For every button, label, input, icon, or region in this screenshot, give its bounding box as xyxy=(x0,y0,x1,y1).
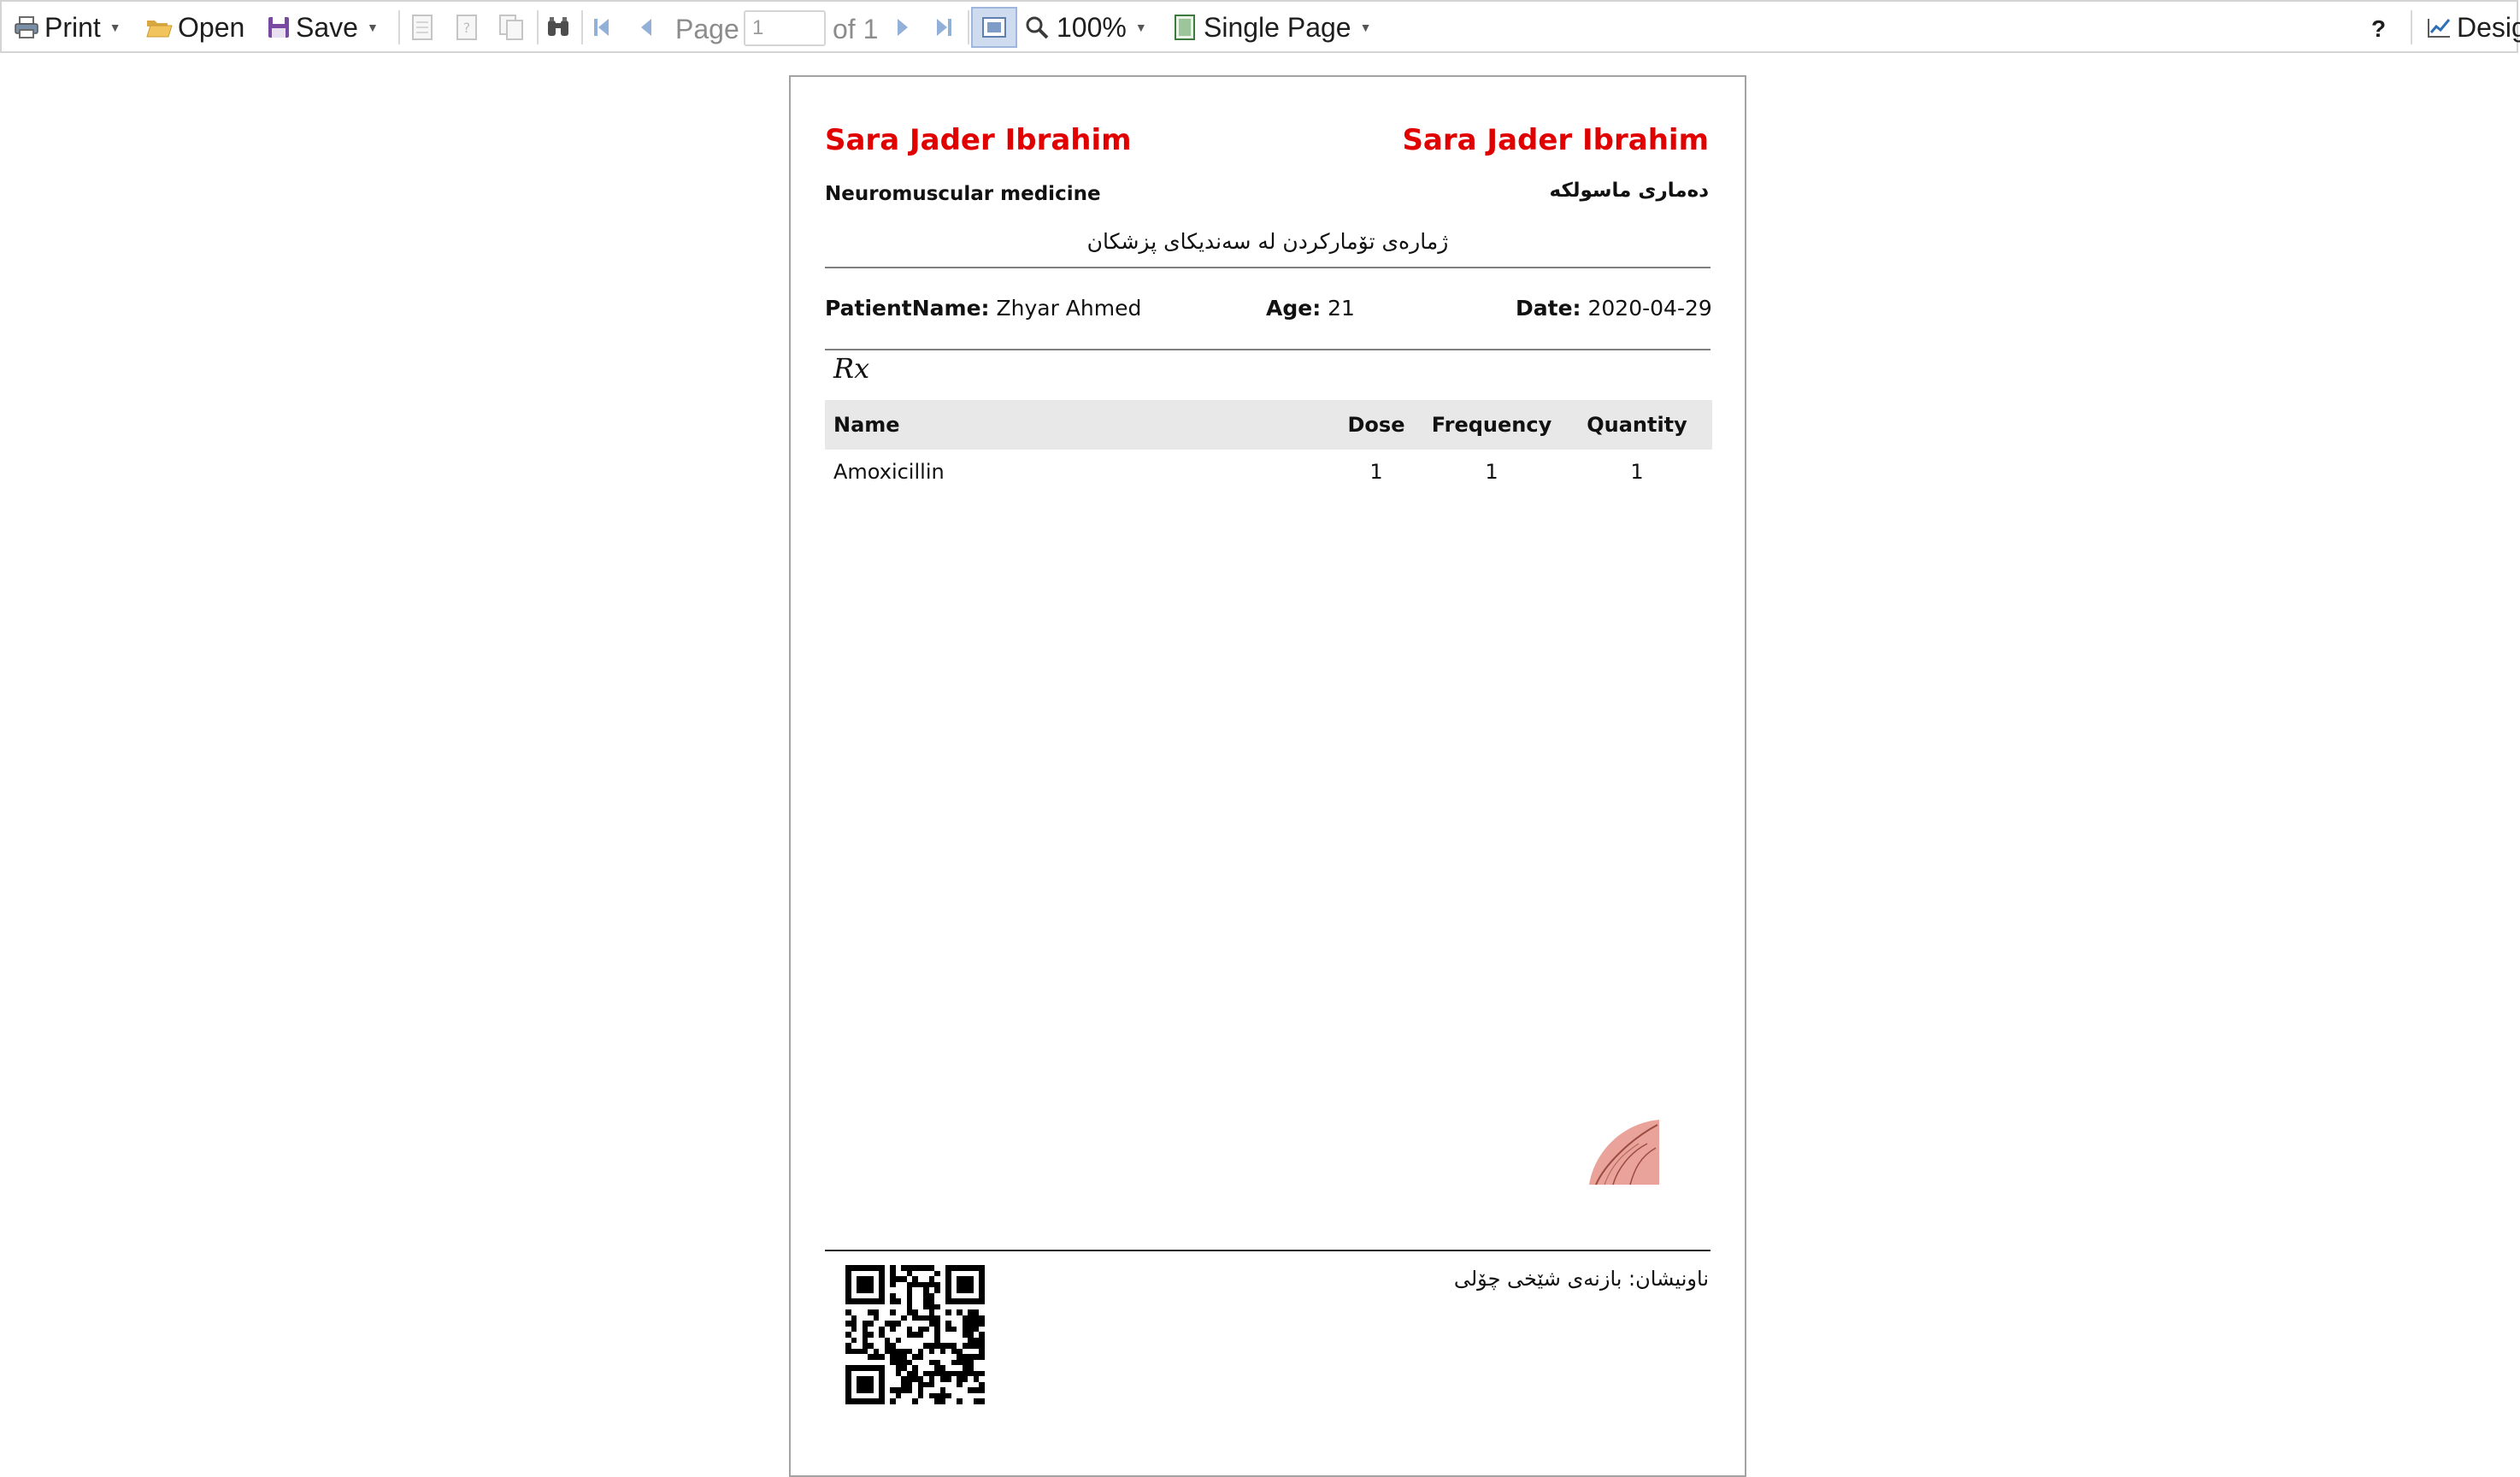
dose-cell: 1 xyxy=(1369,460,1383,484)
chevron-down-icon[interactable]: ▼ xyxy=(109,21,121,34)
patient-name-field: PatientName: Zhyar Ahmed xyxy=(825,296,1141,321)
folder-open-icon xyxy=(145,16,173,38)
registration-line: ژمارەی تۆمارکردن لە سەندیکای پزشکان xyxy=(1086,229,1449,254)
medication-name-cell: Amoxicillin xyxy=(833,460,945,484)
first-page-button[interactable] xyxy=(592,15,612,39)
parameters-button[interactable]: ? xyxy=(455,14,479,41)
page-icon xyxy=(410,14,434,41)
open-button[interactable]: Open xyxy=(145,10,244,44)
question-page-icon: ? xyxy=(455,14,479,41)
date-value: 2020-04-29 xyxy=(1587,296,1712,321)
frequency-cell: 1 xyxy=(1485,460,1498,484)
page-number-input[interactable] xyxy=(744,10,826,46)
logo-leaf xyxy=(1587,1118,1661,1190)
date-label: Date: xyxy=(1516,296,1581,321)
first-page-icon xyxy=(592,15,612,39)
next-page-button[interactable] xyxy=(894,15,911,39)
address-line: ناونیشان: بازنەی شێخی چۆلی xyxy=(1453,1267,1709,1291)
open-label: Open xyxy=(178,11,245,43)
chevron-down-icon[interactable]: ▼ xyxy=(1135,21,1147,34)
save-label: Save xyxy=(296,11,358,43)
svg-text:?: ? xyxy=(463,20,471,36)
next-page-icon xyxy=(894,15,911,39)
age-label: Age: xyxy=(1266,296,1322,321)
toolbar-divider xyxy=(398,10,400,44)
patient-name-label: PatientName: xyxy=(825,296,990,321)
design-button[interactable]: Desig xyxy=(2426,10,2520,44)
zoom-dropdown[interactable]: 100% ▼ xyxy=(1024,10,1147,44)
single-page-icon xyxy=(1173,14,1197,41)
print-button[interactable]: Print ▼ xyxy=(14,10,121,44)
floppy-disk-icon xyxy=(267,15,291,39)
view-mode-label: Single Page xyxy=(1204,11,1351,43)
date-field: Date: 2020-04-29 xyxy=(1516,296,1712,321)
medication-table-header: Name Dose Frequency Quantity xyxy=(825,400,1712,450)
chevron-down-icon[interactable]: ▼ xyxy=(1360,21,1372,34)
column-header-quantity: Quantity xyxy=(1587,413,1687,437)
column-header-frequency: Frequency xyxy=(1431,413,1552,437)
help-button[interactable]: ? xyxy=(2371,12,2386,46)
qr-code xyxy=(845,1265,985,1404)
age-field: Age: 21 xyxy=(1266,296,1355,321)
last-page-icon xyxy=(933,15,954,39)
rx-symbol: Rx xyxy=(833,352,870,385)
print-label: Print xyxy=(44,11,101,43)
column-header-dose: Dose xyxy=(1347,413,1405,437)
full-screen-icon xyxy=(981,15,1007,39)
header-divider xyxy=(825,267,1710,268)
view-mode-dropdown[interactable]: Single Page ▼ xyxy=(1173,10,1371,44)
patient-name-value: Zhyar Ahmed xyxy=(996,296,1142,321)
doctor-name-left: Sara Jader Ibrahim xyxy=(825,123,1132,157)
toolbar-divider xyxy=(968,10,969,44)
report-viewer-toolbar: Print ▼ Open Save ▼ ? Page 1 of 1 100% ▼… xyxy=(0,0,2520,53)
table-row: Amoxicillin 1 1 1 xyxy=(825,453,1712,497)
age-value: 21 xyxy=(1328,296,1355,321)
doctor-name-right: Sara Jader Ibrahim xyxy=(1402,123,1709,157)
copy-pages-button[interactable] xyxy=(498,14,525,41)
specialty-kurdish: دەماری ماسولکە xyxy=(1549,179,1709,202)
find-button[interactable] xyxy=(545,15,571,39)
design-icon xyxy=(2426,15,2452,39)
column-header-name: Name xyxy=(833,413,900,437)
toolbar-divider xyxy=(581,10,583,44)
binoculars-icon xyxy=(545,15,571,39)
page-label: Page xyxy=(675,13,739,44)
toolbar-divider xyxy=(2411,10,2412,44)
previous-page-icon xyxy=(638,15,655,39)
page-count: of 1 xyxy=(833,13,879,44)
magnifier-icon xyxy=(1024,15,1050,40)
report-page: Sara Jader Ibrahim Sara Jader Ibrahim Ne… xyxy=(789,75,1746,1477)
quantity-cell: 1 xyxy=(1630,460,1644,484)
copy-pages-icon xyxy=(498,14,525,41)
info-divider xyxy=(825,349,1710,350)
design-label: Desig xyxy=(2457,11,2520,43)
full-screen-toggle[interactable] xyxy=(971,7,1017,48)
chevron-down-icon[interactable]: ▼ xyxy=(367,21,379,34)
toolbar-divider xyxy=(537,10,539,44)
qr-module xyxy=(979,1398,985,1404)
page-setup-button[interactable] xyxy=(410,14,434,41)
help-icon: ? xyxy=(2371,15,2387,42)
last-page-button[interactable] xyxy=(933,15,954,39)
specialty-english: Neuromuscular medicine xyxy=(825,183,1101,205)
save-button[interactable]: Save ▼ xyxy=(267,10,379,44)
printer-icon xyxy=(14,15,39,39)
footer-divider xyxy=(825,1250,1710,1251)
previous-page-button[interactable] xyxy=(638,15,655,39)
zoom-value: 100% xyxy=(1057,11,1127,43)
